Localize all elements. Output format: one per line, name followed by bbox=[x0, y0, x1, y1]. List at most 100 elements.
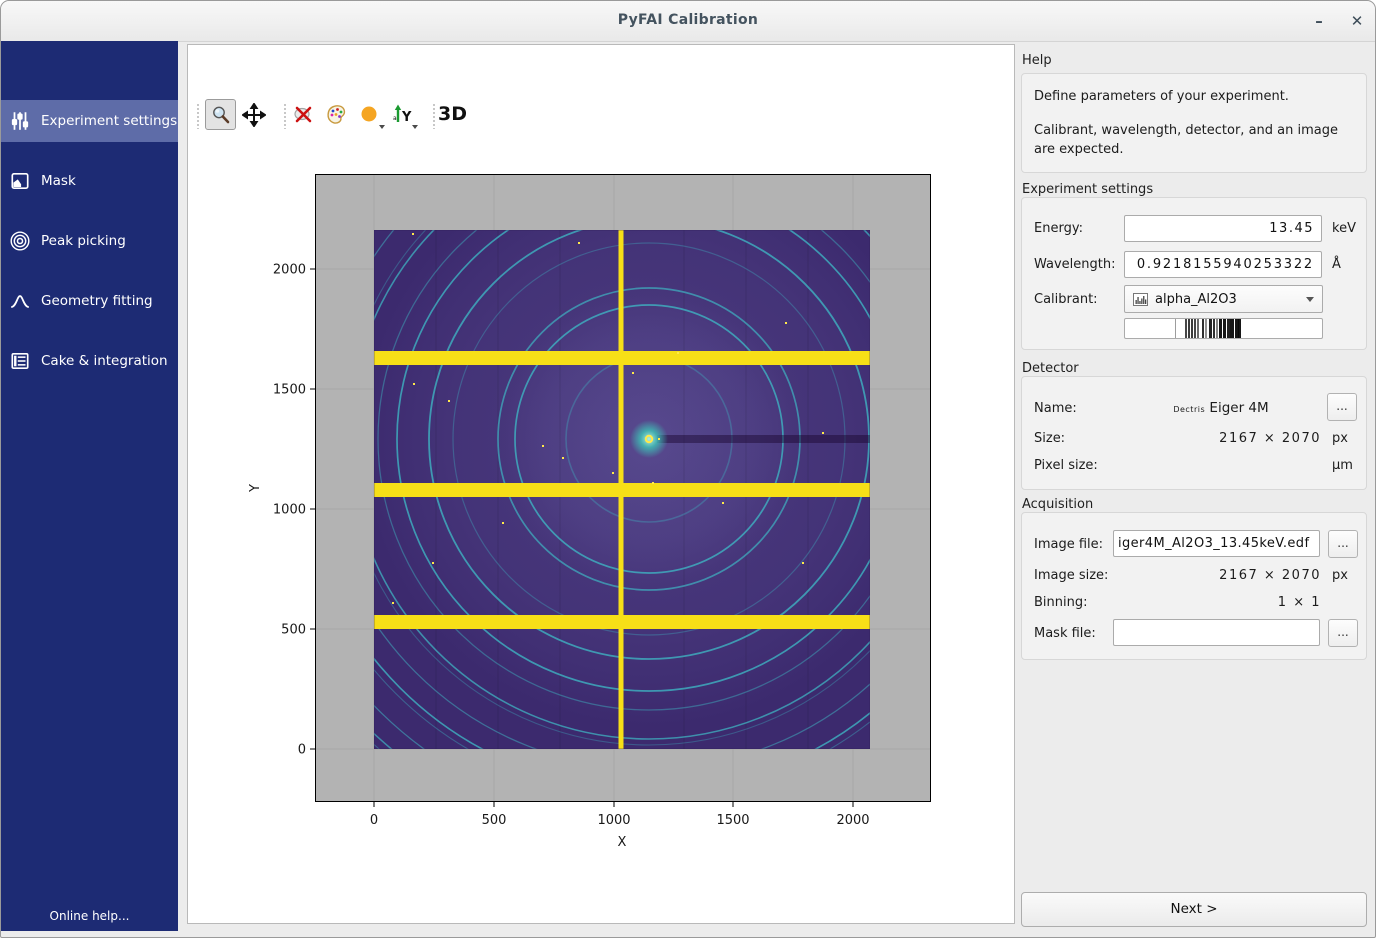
sidebar-item-label: Geometry fitting bbox=[41, 293, 153, 309]
mask-file-browse-button[interactable]: ... bbox=[1328, 619, 1358, 647]
energy-label: Energy: bbox=[1034, 221, 1083, 236]
mask-icon bbox=[9, 170, 31, 192]
wavelength-input[interactable] bbox=[1124, 251, 1322, 278]
minimize-button[interactable]: – bbox=[1307, 10, 1331, 32]
calibrant-ring-line bbox=[1209, 319, 1212, 338]
cake-icon bbox=[9, 350, 31, 372]
sidebar-item-experiment-settings[interactable]: Experiment settings bbox=[1, 100, 178, 142]
calibrant-ring-line bbox=[1188, 319, 1190, 338]
pan-tool-button[interactable] bbox=[238, 99, 269, 130]
sidebar-item-cake-integration[interactable]: Cake & integration bbox=[1, 340, 178, 382]
toolbar-handle[interactable] bbox=[432, 103, 437, 129]
calibrant-ring-line bbox=[1197, 319, 1199, 338]
image-size-value: 2167 × 2070 bbox=[1121, 568, 1321, 583]
tick-label: 1000 bbox=[597, 813, 630, 828]
magnifier-icon bbox=[210, 104, 232, 126]
calibrant-ring-line bbox=[1216, 319, 1218, 338]
svg-text:a: a bbox=[393, 115, 397, 122]
image-file-browse-button[interactable]: ... bbox=[1328, 530, 1358, 558]
sidebar-item-label: Mask bbox=[41, 173, 76, 189]
detector-vendor: Dectris bbox=[1173, 405, 1205, 414]
calibrant-ring-line bbox=[1175, 319, 1176, 338]
calibrant-ring-line bbox=[1194, 319, 1196, 338]
mask-file-input[interactable] bbox=[1113, 619, 1320, 646]
title-bar: PyFAI Calibration – ✕ bbox=[1, 1, 1375, 42]
pixel-size-label: Pixel size: bbox=[1034, 458, 1098, 473]
detector-model: Eiger 4M bbox=[1209, 400, 1268, 416]
detector-name-label: Name: bbox=[1034, 401, 1077, 416]
help-line-2: Calibrant, wavelength, detector, and an … bbox=[1034, 122, 1354, 160]
calibrant-value: alpha_Al2O3 bbox=[1155, 292, 1237, 307]
window-title: PyFAI Calibration bbox=[1, 12, 1375, 28]
y-axis-label: Y bbox=[248, 484, 263, 493]
calibrant-histogram-icon bbox=[1133, 293, 1148, 306]
calibrant-ring-line bbox=[1238, 319, 1241, 338]
detector-image-plot[interactable]: 05001000150020000500100015002000XY bbox=[315, 174, 931, 802]
sidebar-item-mask[interactable]: Mask bbox=[1, 160, 178, 202]
pan-arrows-icon bbox=[242, 103, 266, 127]
calibrant-ring-line bbox=[1205, 319, 1207, 338]
peak-curve-icon bbox=[9, 290, 31, 312]
x-axis-label: X bbox=[618, 835, 627, 850]
close-button[interactable]: ✕ bbox=[1345, 10, 1369, 32]
help-line-1: Define parameters of your experiment. bbox=[1034, 88, 1354, 107]
detector-size-label: Size: bbox=[1034, 431, 1065, 446]
calibrant-ring-line bbox=[1202, 319, 1204, 338]
binning-value: 1 × 1 bbox=[1121, 595, 1321, 610]
tick-label: 1500 bbox=[273, 383, 306, 398]
acquisition-section-label: Acquisition bbox=[1022, 497, 1222, 512]
toolbar-handle[interactable] bbox=[196, 103, 201, 129]
sidebar-item-peak-picking[interactable]: Peak picking bbox=[1, 220, 178, 262]
detector-gap-bar bbox=[619, 230, 624, 749]
calibrant-ring-line bbox=[1230, 319, 1234, 338]
tick-label: 500 bbox=[281, 623, 306, 638]
help-box: Define parameters of your experiment. Ca… bbox=[1021, 73, 1367, 173]
sliders-icon bbox=[9, 110, 31, 132]
wavelength-unit: Å bbox=[1332, 257, 1341, 272]
y-axis-orientation-button[interactable]: a Y bbox=[387, 99, 418, 130]
3d-view-button[interactable]: 3D bbox=[438, 103, 467, 125]
pixel-size-unit: µm bbox=[1332, 458, 1353, 473]
detector-size-value: 2167 × 2070 bbox=[1121, 431, 1321, 446]
image-file-input[interactable] bbox=[1113, 530, 1320, 557]
remove-marker-button[interactable] bbox=[288, 99, 319, 130]
energy-input[interactable] bbox=[1124, 215, 1322, 242]
dropdown-caret bbox=[412, 125, 418, 129]
plot-panel: a Y 3D 05001000150020000500100015002000X… bbox=[187, 44, 1015, 924]
calibrant-select[interactable]: alpha_Al2O3 bbox=[1124, 285, 1323, 313]
colormap-button[interactable] bbox=[321, 99, 352, 130]
detector-section-label: Detector bbox=[1022, 361, 1222, 376]
calibrant-ring-line bbox=[1191, 319, 1193, 338]
calibrant-label: Calibrant: bbox=[1034, 292, 1098, 307]
calibrant-ring-line bbox=[1227, 319, 1230, 338]
detector-browse-button[interactable]: ... bbox=[1327, 393, 1357, 421]
dropdown-caret bbox=[379, 125, 385, 129]
sidebar-item-label: Peak picking bbox=[41, 233, 126, 249]
sidebar-item-label: Experiment settings bbox=[41, 113, 177, 129]
calibrant-ring-line bbox=[1185, 319, 1187, 338]
calibrant-rings-preview bbox=[1124, 318, 1323, 339]
tick-label: 1000 bbox=[273, 503, 306, 518]
chevron-down-icon bbox=[1306, 297, 1314, 302]
zoom-tool-button[interactable] bbox=[205, 99, 236, 130]
mask-file-label: Mask file: bbox=[1034, 626, 1096, 641]
tick-label: 0 bbox=[370, 813, 378, 828]
marker-color-button[interactable] bbox=[354, 99, 385, 130]
target-icon bbox=[9, 230, 31, 252]
sidebar-item-geometry-fitting[interactable]: Geometry fitting bbox=[1, 280, 178, 322]
image-size-unit: px bbox=[1332, 568, 1348, 583]
tick-label: 0 bbox=[298, 743, 306, 758]
calibrant-ring-line bbox=[1213, 319, 1215, 338]
palette-icon bbox=[324, 102, 349, 127]
tick-label: 1500 bbox=[716, 813, 749, 828]
calibrant-ring-line bbox=[1219, 319, 1222, 338]
detector-name-value: Dectris Eiger 4M bbox=[1121, 400, 1321, 416]
tick-label: 2000 bbox=[836, 813, 869, 828]
online-help-link[interactable]: Online help... bbox=[1, 909, 178, 923]
wavelength-label: Wavelength: bbox=[1034, 257, 1116, 272]
next-button[interactable]: Next > bbox=[1021, 892, 1367, 927]
binning-label: Binning: bbox=[1034, 595, 1088, 610]
sidebar: Experiment settings Mask Peak picking bbox=[1, 41, 178, 931]
tick-label: 500 bbox=[482, 813, 507, 828]
orange-circle-icon bbox=[358, 103, 382, 127]
